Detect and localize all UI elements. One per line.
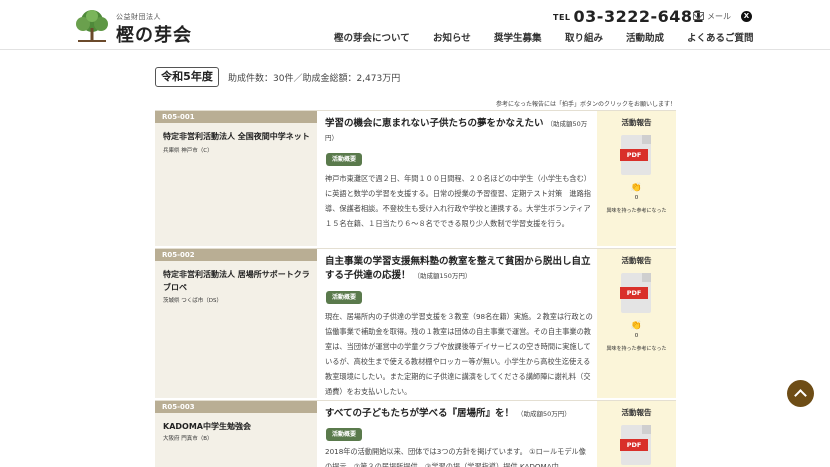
org-location: 兵庫県 神戸市（C） [163,148,213,154]
tree-logo-icon [76,10,108,42]
grant-content: すべての子どもたちが学べる『居場所』を！ （助成額50万円） 活動概要 2018年… [317,401,597,467]
pdf-report-icon[interactable]: PDF [620,425,651,465]
activity-summary-badge: 活動概要 [326,153,362,166]
grant-row: R05-002 特定非営利活動法人 居場所サポートクラブロペ 茨城県 つくば市（… [155,248,676,398]
applause-hand-icon[interactable]: 👏 [597,321,676,331]
nav-news[interactable]: お知らせ [433,30,471,44]
report-label: 活動報告 [621,118,652,127]
grant-title: 学習の機会に恵まれない子供たちの夢をかなえたい （助成額50万円） [325,117,593,145]
applause-help-text: 興味を持った参考になった [606,208,667,214]
grant-code: R05-002 [155,249,317,261]
report-column: 活動報告 PDF 👏 0 興味を持った参考になった [597,111,676,246]
tel-label: TEL [553,13,571,22]
org-column: R05-001 特定非営利活動法人 全国夜間中学ネット 兵庫県 神戸市（C） [155,111,317,246]
report-label: 活動報告 [621,256,652,265]
scroll-to-top-button[interactable] [787,380,814,407]
year-heading: 令和5年度 [155,67,219,87]
grant-content: 学習の機会に恵まれない子供たちの夢をかなえたい （助成額50万円） 活動概要 神戸… [317,111,597,246]
org-location: 大阪府 門真市（B） [163,436,213,442]
org-name: 特定非営利活動法人 居場所サポートクラブロペ [163,270,310,292]
pdf-report-icon[interactable]: PDF [620,135,651,175]
nav-initiatives[interactable]: 取り組み [565,30,603,44]
applause-count: 0 [634,195,639,201]
nav-grants[interactable]: 活動助成 [626,30,664,44]
activity-summary-badge: 活動概要 [326,291,362,304]
envelope-icon [693,12,704,20]
grant-description: 2018年の活動開始以来、団体では3つの方針を掲げています。 ①ロールモデル像の… [325,447,586,467]
grant-row: R05-001 特定非営利活動法人 全国夜間中学ネット 兵庫県 神戸市（C） 学… [155,110,676,246]
org-column: R05-002 特定非営利活動法人 居場所サポートクラブロペ 茨城県 つくば市（… [155,249,317,398]
report-column: 活動報告 PDF [597,401,676,467]
nav-scholarship[interactable]: 奨学生募集 [494,30,542,44]
pdf-fold [642,425,651,434]
grant-amount: （助成額50万円） [516,410,571,418]
x-social-icon[interactable]: X [741,11,752,22]
org-location: 茨城県 つくば市（DS） [163,298,222,304]
org-name: KADOMA中学生勉強会 [163,422,251,431]
nav-about[interactable]: 樫の芽会について [334,30,410,44]
grant-description: 現在、居場所内の子供達の学習支援を３教室（98名在籍）実施。２教室は行政との協働… [325,312,593,396]
grant-amount: （助成額150万円） [413,272,472,280]
grant-description: 神戸市東灘区で週２日、年間１００日間程、２０名ほどの中学生（小学生も含む）に英語… [325,174,591,228]
grant-title: 自主事業の学習支援無料塾の教室を整えて貧困から脱出し自立する子供達の応援！ （助成… [325,255,593,283]
pdf-fold [642,135,651,144]
nav-faq[interactable]: よくあるご質問 [687,30,754,44]
grant-code: R05-003 [155,401,317,413]
logo-title: 樫の芽会 [116,25,192,46]
grant-row: R05-003 KADOMA中学生勉強会 大阪府 門真市（B） すべての子どもた… [155,400,676,467]
phone-number[interactable]: TEL 03-3222-6481 [553,7,704,26]
grant-title-text: すべての子どもたちが学べる『居場所』を！ [325,408,514,419]
site-logo[interactable]: 公益財団法人 樫の芽会 [72,8,202,46]
grant-content: 自主事業の学習支援無料塾の教室を整えて貧困から脱出し自立する子供達の応援！ （助成… [317,249,597,398]
pdf-fold [642,273,651,282]
applause-help-text: 興味を持った参考になった [606,346,667,352]
site-header: 公益財団法人 樫の芽会 TEL 03-3222-6481 メール X 樫の芽会につ… [0,0,830,50]
pdf-tag: PDF [620,287,648,299]
org-name: 特定非営利活動法人 全国夜間中学ネット [163,132,310,141]
report-label: 活動報告 [621,408,652,417]
tel-number: 03-3222-6481 [573,7,705,26]
applause-hand-icon[interactable]: 👏 [597,183,676,193]
pdf-report-icon[interactable]: PDF [620,273,651,313]
grant-title: すべての子どもたちが学べる『居場所』を！ （助成額50万円） [325,407,593,421]
org-column: R05-003 KADOMA中学生勉強会 大阪府 門真市（B） [155,401,317,467]
grant-code: R05-001 [155,111,317,123]
pdf-tag: PDF [620,439,648,451]
activity-summary-badge: 活動概要 [326,428,362,441]
mail-link[interactable]: メール [693,11,731,22]
report-column: 活動報告 PDF 👏 0 興味を持った参考になった [597,249,676,398]
grant-title-text: 学習の機会に恵まれない子供たちの夢をかなえたい [325,118,544,129]
mail-label: メール [707,12,731,21]
applause-count: 0 [634,333,639,339]
applause-notice: 参考になった報告には「拍手」ボタンのクリックをお願いします！ [496,101,677,108]
pdf-tag: PDF [620,149,648,161]
year-summary: 助成件数：30件／助成金総額：2,473万円 [228,74,401,84]
